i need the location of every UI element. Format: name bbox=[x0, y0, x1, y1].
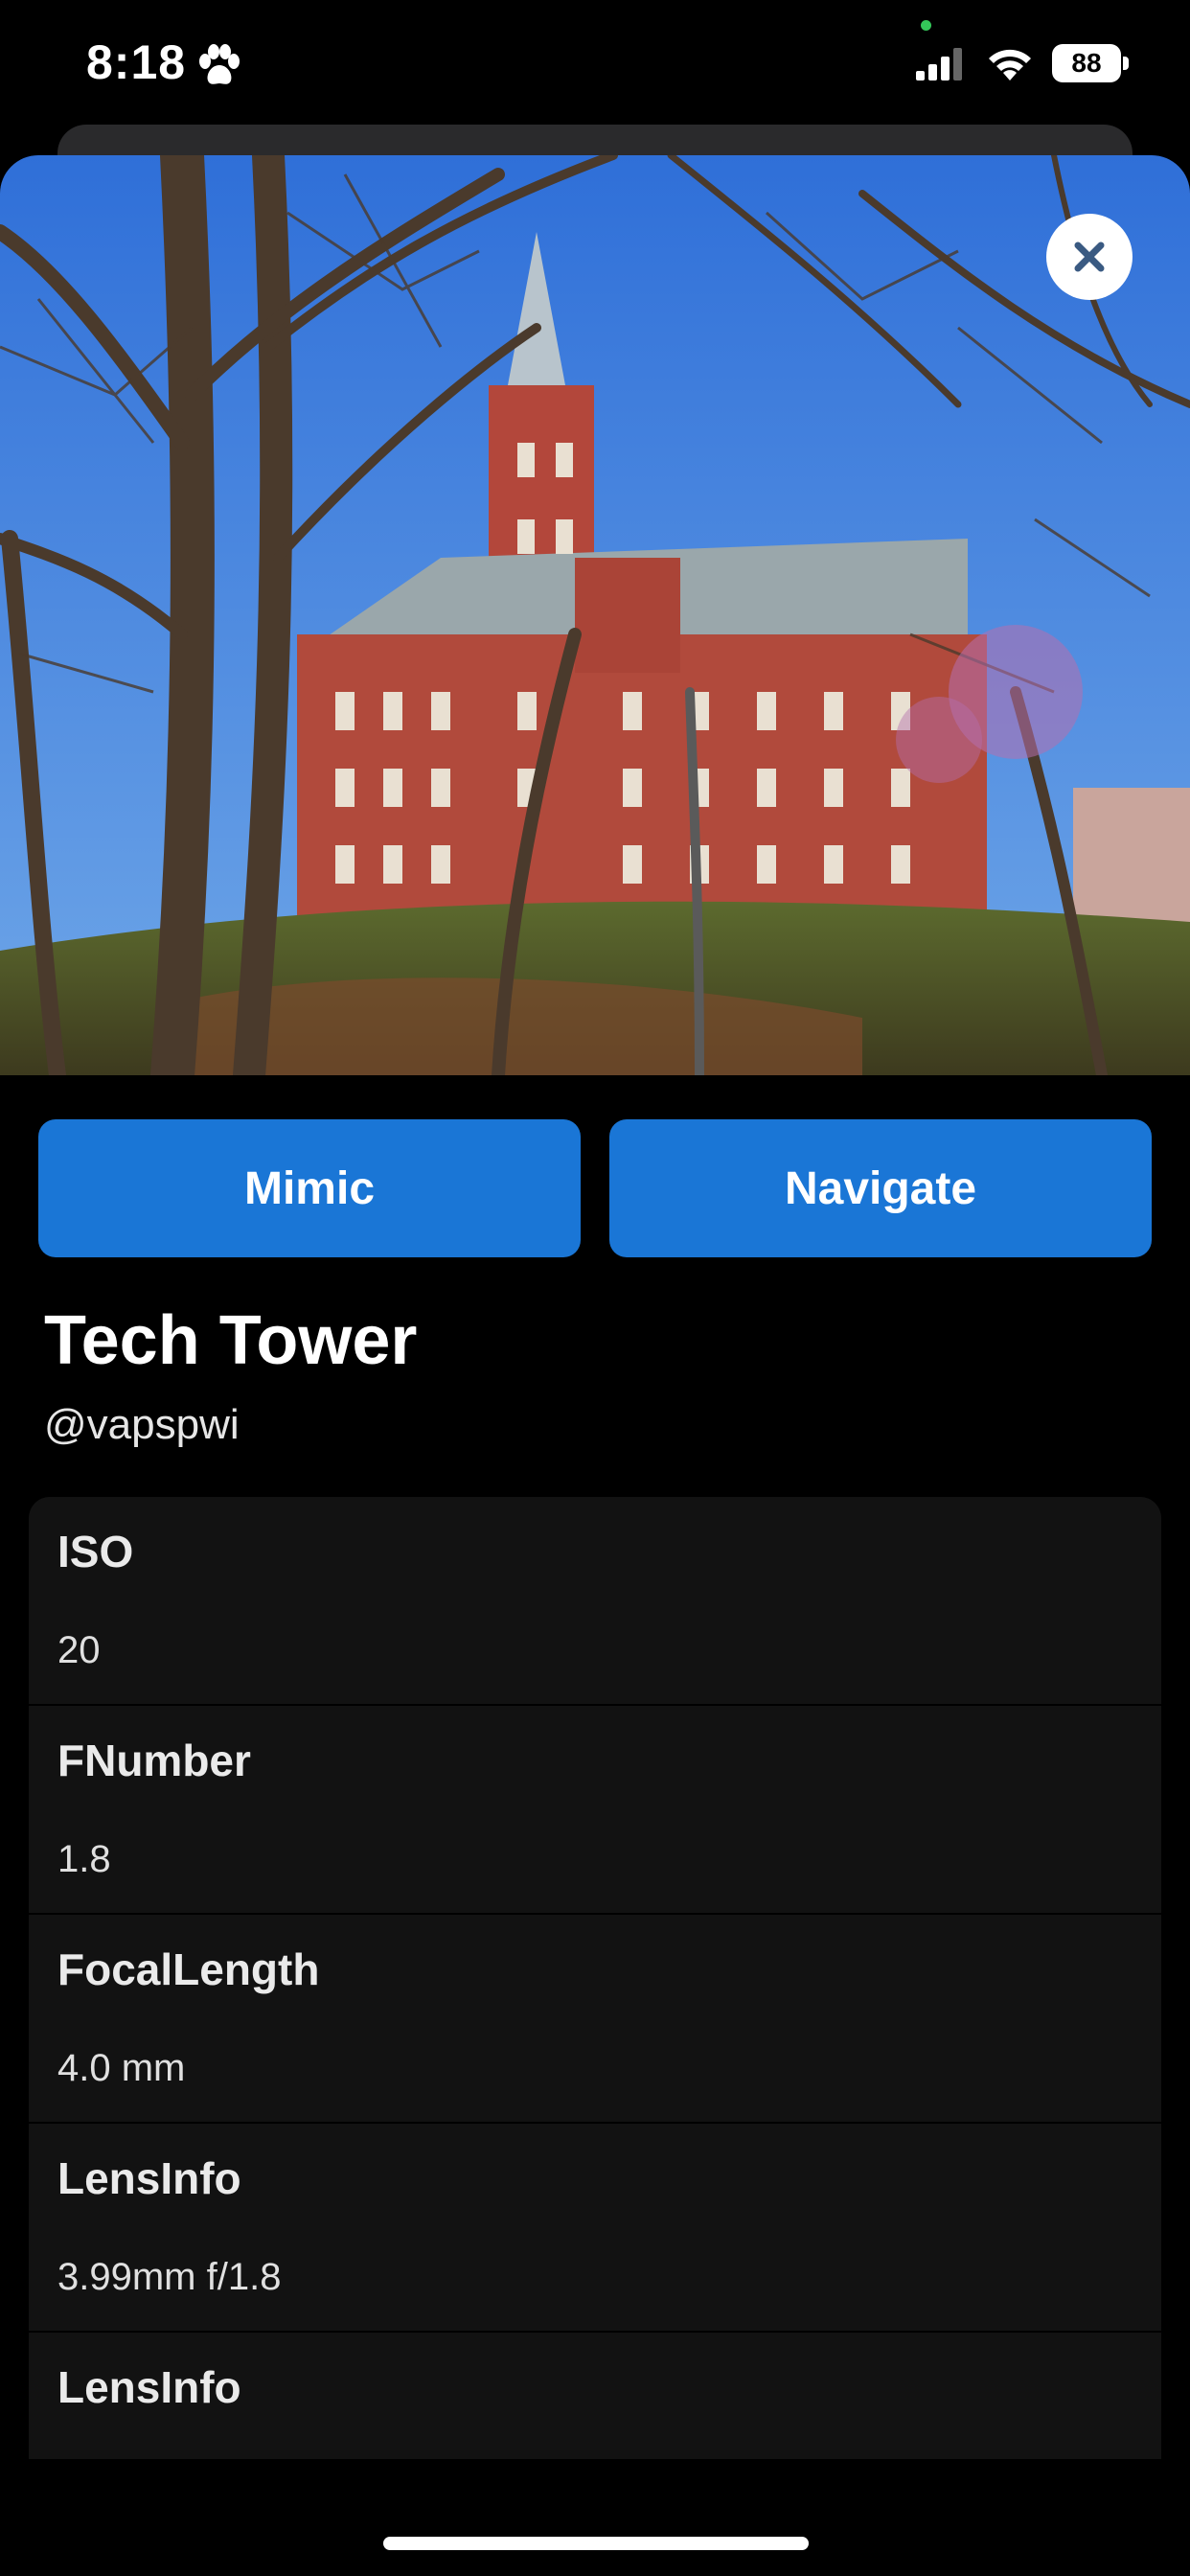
home-indicator[interactable] bbox=[383, 2537, 809, 2550]
mimic-button[interactable]: Mimic bbox=[38, 1119, 581, 1257]
exif-value: 4.0 mm bbox=[57, 2047, 186, 2089]
exif-info-list[interactable]: ISO 20 FNumber 1.8 FocalLength 4.0 mm Le… bbox=[29, 1497, 1161, 2459]
exif-value: 20 bbox=[57, 1629, 101, 1671]
place-title: Tech Tower bbox=[44, 1302, 418, 1379]
close-icon bbox=[1074, 242, 1105, 272]
battery-level: 88 bbox=[1052, 44, 1121, 82]
battery-icon: 88 bbox=[1052, 44, 1129, 82]
exif-label: LensInfo bbox=[57, 2153, 241, 2203]
navigate-button[interactable]: Navigate bbox=[609, 1119, 1152, 1257]
wifi-icon bbox=[989, 49, 1031, 80]
signal-icon bbox=[916, 48, 962, 80]
place-username[interactable]: @vapspwi bbox=[44, 1401, 240, 1449]
exif-label: LensInfo bbox=[57, 2362, 241, 2412]
exif-label: FNumber bbox=[57, 1736, 251, 1785]
status-time: 8:18 bbox=[86, 35, 187, 89]
exif-row-focal-length: FocalLength 4.0 mm bbox=[29, 1915, 1161, 2124]
exif-value: 1.8 bbox=[57, 1838, 111, 1880]
exif-label: ISO bbox=[57, 1527, 134, 1576]
exif-label: FocalLength bbox=[57, 1944, 320, 1994]
exif-row-lens-info: LensInfo 3.99mm f/1.8 bbox=[29, 2124, 1161, 2333]
camera-indicator-dot bbox=[921, 20, 931, 31]
exif-row-iso: ISO 20 bbox=[29, 1497, 1161, 1706]
exif-value: 3.99mm f/1.8 bbox=[57, 2256, 282, 2298]
close-button[interactable] bbox=[1046, 214, 1133, 300]
paw-icon bbox=[199, 44, 240, 84]
exif-row-lens-info-2: LensInfo bbox=[29, 2333, 1161, 2459]
location-photo bbox=[0, 155, 1190, 1075]
status-bar: 8:18 88 bbox=[0, 0, 1190, 125]
exif-row-fnumber: FNumber 1.8 bbox=[29, 1706, 1161, 1915]
